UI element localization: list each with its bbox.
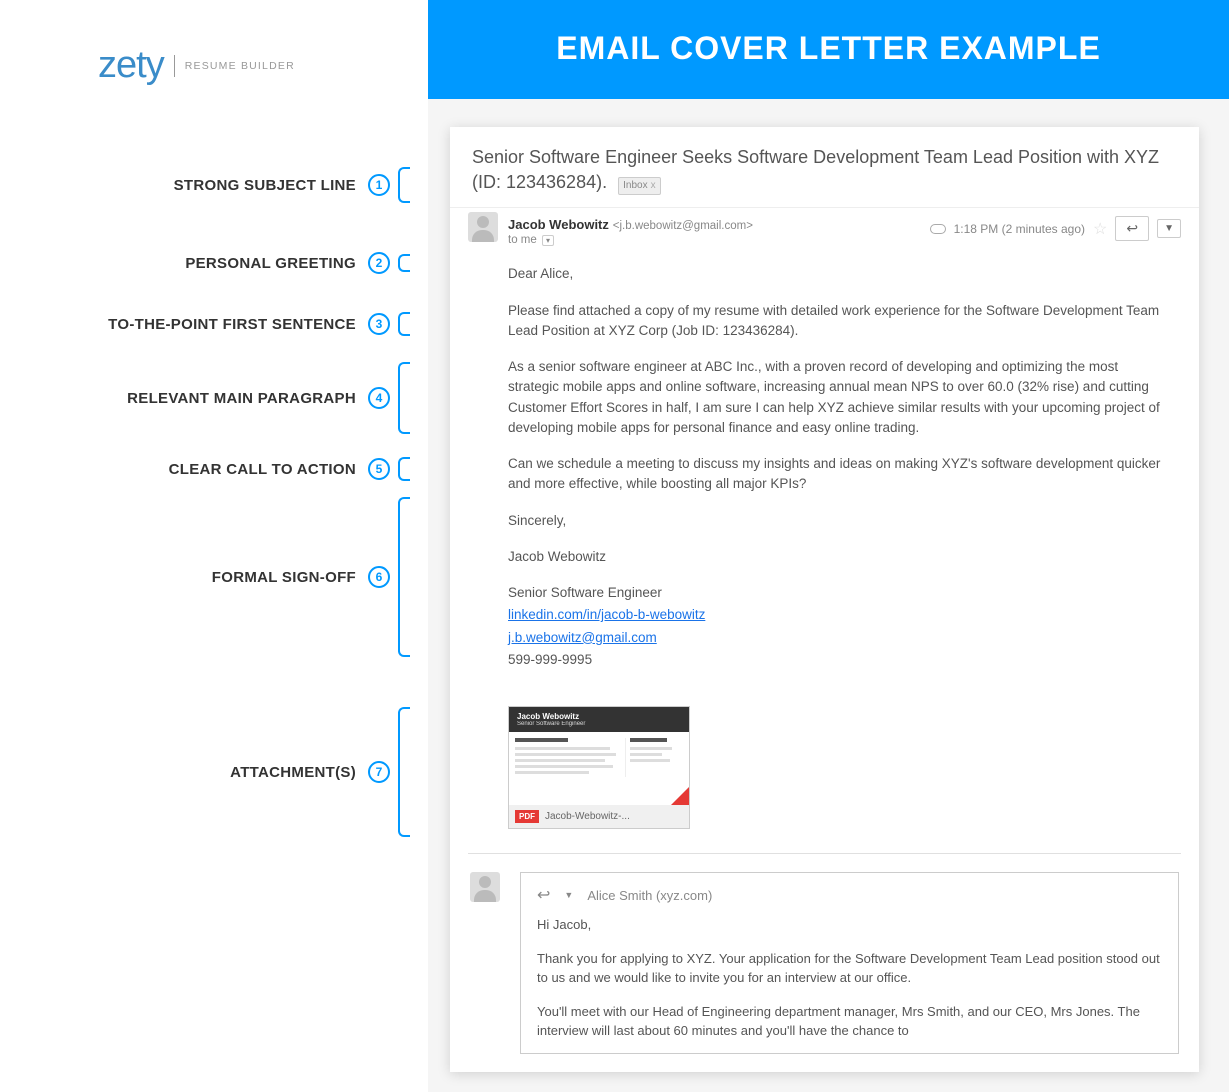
inbox-tag-label: Inbox	[623, 180, 647, 191]
anno-label-5: CLEAR CALL TO ACTION	[169, 461, 356, 478]
avatar-icon	[470, 872, 500, 902]
anno-num-4: 4	[368, 387, 390, 409]
email-body: Dear Alice, Please find attached a copy …	[450, 246, 1199, 706]
paragraph-2: As a senior software engineer at ABC Inc…	[508, 357, 1169, 438]
phone: 599-999-9995	[508, 650, 1169, 670]
bracket-icon	[398, 167, 410, 203]
star-icon[interactable]: ☆	[1093, 219, 1107, 239]
inbox-tag-close[interactable]: x	[651, 180, 656, 191]
paragraph-1: Please find attached a copy of my resume…	[508, 301, 1169, 342]
chevron-down-icon[interactable]: ▾	[542, 235, 554, 246]
attachment-filename: Jacob-Webowitz-...	[545, 811, 630, 822]
email-subject: Senior Software Engineer Seeks Software …	[450, 127, 1199, 207]
attach-preview-name: Jacob Webowitz	[517, 712, 681, 721]
logo: zety RESUME BUILDER	[0, 0, 428, 87]
reply-p1: Thank you for applying to XYZ. Your appl…	[537, 949, 1162, 988]
bracket-icon	[398, 312, 410, 336]
timestamp: 1:18 PM (2 minutes ago)	[954, 222, 1085, 236]
anno-num-6: 6	[368, 566, 390, 588]
anno-num-2: 2	[368, 252, 390, 274]
sender-row: Jacob Webowitz <j.b.webowitz@gmail.com> …	[450, 207, 1199, 246]
avatar-icon	[468, 212, 498, 242]
subject-text: Senior Software Engineer Seeks Software …	[472, 147, 1159, 192]
anno-num-7: 7	[368, 761, 390, 783]
anno-label-1: STRONG SUBJECT LINE	[174, 177, 356, 194]
reply-greeting: Hi Jacob,	[537, 915, 1162, 935]
paragraph-3: Can we schedule a meeting to discuss my …	[508, 454, 1169, 495]
inbox-tag[interactable]: Inboxx	[618, 177, 660, 195]
more-button[interactable]: ▼	[1157, 219, 1181, 238]
bracket-icon	[398, 362, 410, 434]
anno-label-2: PERSONAL GREETING	[185, 255, 356, 272]
anno-num-1: 1	[368, 174, 390, 196]
anno-label-3: TO-THE-POINT FIRST SENTENCE	[108, 316, 356, 333]
reply-to: Alice Smith (xyz.com)	[587, 888, 712, 903]
reply-arrow-icon[interactable]: ↩	[537, 885, 550, 905]
to-me[interactable]: to me ▾	[508, 234, 930, 246]
attachment-preview[interactable]: Jacob Webowitz Senior Software Engineer	[508, 706, 690, 829]
logo-divider	[174, 55, 175, 77]
pdf-badge: PDF	[515, 810, 539, 823]
signoff: Sincerely,	[508, 511, 1169, 531]
attach-preview-sub: Senior Software Engineer	[517, 721, 681, 727]
bracket-icon	[398, 254, 410, 272]
reply-section: ↩ ▼ Alice Smith (xyz.com) Hi Jacob, Than…	[450, 854, 1199, 1072]
email-link[interactable]: j.b.webowitz@gmail.com	[508, 630, 657, 645]
attachment-icon	[930, 224, 946, 234]
linkedin-link[interactable]: linkedin.com/in/jacob-b-webowitz	[508, 607, 705, 622]
reply-p2: You'll meet with our Head of Engineering…	[537, 1002, 1162, 1041]
banner-title: EMAIL COVER LETTER EXAMPLE	[428, 0, 1229, 99]
fold-icon	[671, 787, 689, 805]
anno-label-4: RELEVANT MAIN PARAGRAPH	[127, 390, 356, 407]
signature-name: Jacob Webowitz	[508, 547, 1169, 567]
greeting: Dear Alice,	[508, 264, 1169, 284]
to-me-label: to me	[508, 234, 537, 246]
anno-num-3: 3	[368, 313, 390, 335]
reply-button[interactable]: ↩	[1115, 216, 1149, 241]
anno-label-6: FORMAL SIGN-OFF	[212, 569, 356, 586]
signature-title: Senior Software Engineer	[508, 583, 1169, 603]
email-card: Senior Software Engineer Seeks Software …	[450, 127, 1199, 1072]
bracket-icon	[398, 497, 410, 657]
anno-num-5: 5	[368, 458, 390, 480]
sender-name: Jacob Webowitz	[508, 217, 609, 232]
logo-subtitle: RESUME BUILDER	[185, 60, 295, 72]
anno-label-7: ATTACHMENT(S)	[230, 764, 356, 781]
bracket-icon	[398, 457, 410, 481]
logo-brand: zety	[98, 44, 164, 87]
bracket-icon	[398, 707, 410, 837]
chevron-down-icon[interactable]: ▼	[564, 890, 573, 900]
reply-box[interactable]: ↩ ▼ Alice Smith (xyz.com) Hi Jacob, Than…	[520, 872, 1179, 1054]
sender-email: <j.b.webowitz@gmail.com>	[613, 220, 753, 232]
